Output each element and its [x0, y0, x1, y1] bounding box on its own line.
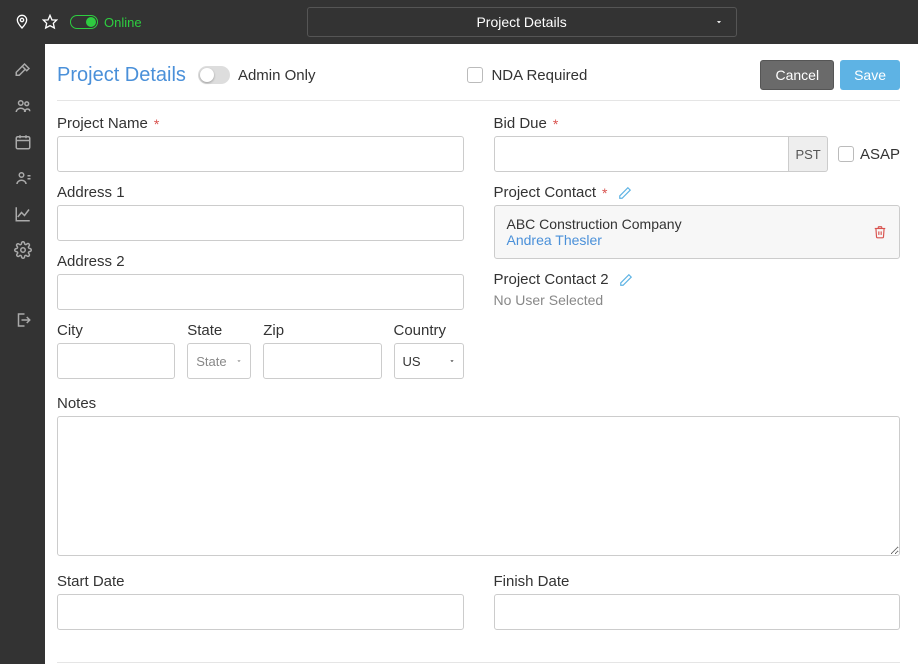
asap-label: ASAP — [860, 146, 900, 163]
start-date-label: Start Date — [57, 573, 464, 590]
users-icon[interactable] — [11, 94, 35, 118]
contact-company: ABC Construction Company — [507, 216, 682, 232]
notes-textarea[interactable] — [57, 416, 900, 556]
main-content: Project Details Admin Only NDA Required … — [45, 44, 918, 664]
contact-card: ABC Construction Company Andrea Thesler — [494, 205, 901, 259]
topbar: Online Project Details — [0, 0, 918, 44]
pencil-icon[interactable] — [619, 273, 633, 287]
pin-icon[interactable] — [12, 12, 32, 32]
gear-icon[interactable] — [11, 238, 35, 262]
caret-down-icon — [448, 357, 456, 365]
city-label: City — [57, 322, 175, 339]
address1-input[interactable] — [57, 205, 464, 241]
page-tab-dropdown[interactable]: Project Details — [307, 7, 737, 37]
city-input[interactable] — [57, 343, 175, 379]
finish-date-label: Finish Date — [494, 573, 901, 590]
online-label: Online — [104, 15, 142, 30]
hammer-icon[interactable] — [11, 58, 35, 82]
nda-checkbox[interactable] — [467, 67, 483, 83]
finish-date-input[interactable] — [494, 594, 901, 630]
nda-label: NDA Required — [491, 67, 587, 84]
bid-due-label: Bid Due* — [494, 115, 901, 132]
contact1-label: Project Contact* — [494, 184, 901, 201]
timezone-addon: PST — [789, 136, 828, 172]
contact-icon[interactable] — [11, 166, 35, 190]
page-title: Project Details — [57, 64, 186, 87]
no-user-text: No User Selected — [494, 292, 901, 308]
trash-icon[interactable] — [873, 225, 887, 239]
logout-icon[interactable] — [11, 308, 35, 332]
asap-checkbox[interactable] — [838, 146, 854, 162]
notes-label: Notes — [57, 395, 900, 412]
address2-input[interactable] — [57, 274, 464, 310]
sidebar — [0, 44, 45, 664]
state-label: State — [187, 322, 251, 339]
page-tab-label: Project Details — [476, 14, 566, 30]
pencil-icon[interactable] — [618, 186, 632, 200]
cancel-button[interactable]: Cancel — [760, 60, 834, 90]
zip-label: Zip — [263, 322, 381, 339]
address1-label: Address 1 — [57, 184, 464, 201]
admin-only-toggle[interactable] — [198, 66, 230, 84]
chart-icon[interactable] — [11, 202, 35, 226]
contact2-label: Project Contact 2 — [494, 271, 901, 288]
caret-down-icon — [235, 357, 243, 365]
bid-due-input[interactable] — [494, 136, 790, 172]
section-header: Project Details Admin Only NDA Required … — [57, 60, 900, 101]
contact-name[interactable]: Andrea Thesler — [507, 232, 682, 248]
start-date-input[interactable] — [57, 594, 464, 630]
caret-down-icon — [714, 17, 724, 27]
project-name-label: Project Name* — [57, 115, 464, 132]
address2-label: Address 2 — [57, 253, 464, 270]
admin-only-label: Admin Only — [238, 67, 316, 84]
country-label: Country — [394, 322, 464, 339]
save-button[interactable]: Save — [840, 60, 900, 90]
online-toggle[interactable]: Online — [70, 15, 142, 30]
star-icon[interactable] — [40, 12, 60, 32]
zip-input[interactable] — [263, 343, 381, 379]
calendar-icon[interactable] — [11, 130, 35, 154]
project-name-input[interactable] — [57, 136, 464, 172]
